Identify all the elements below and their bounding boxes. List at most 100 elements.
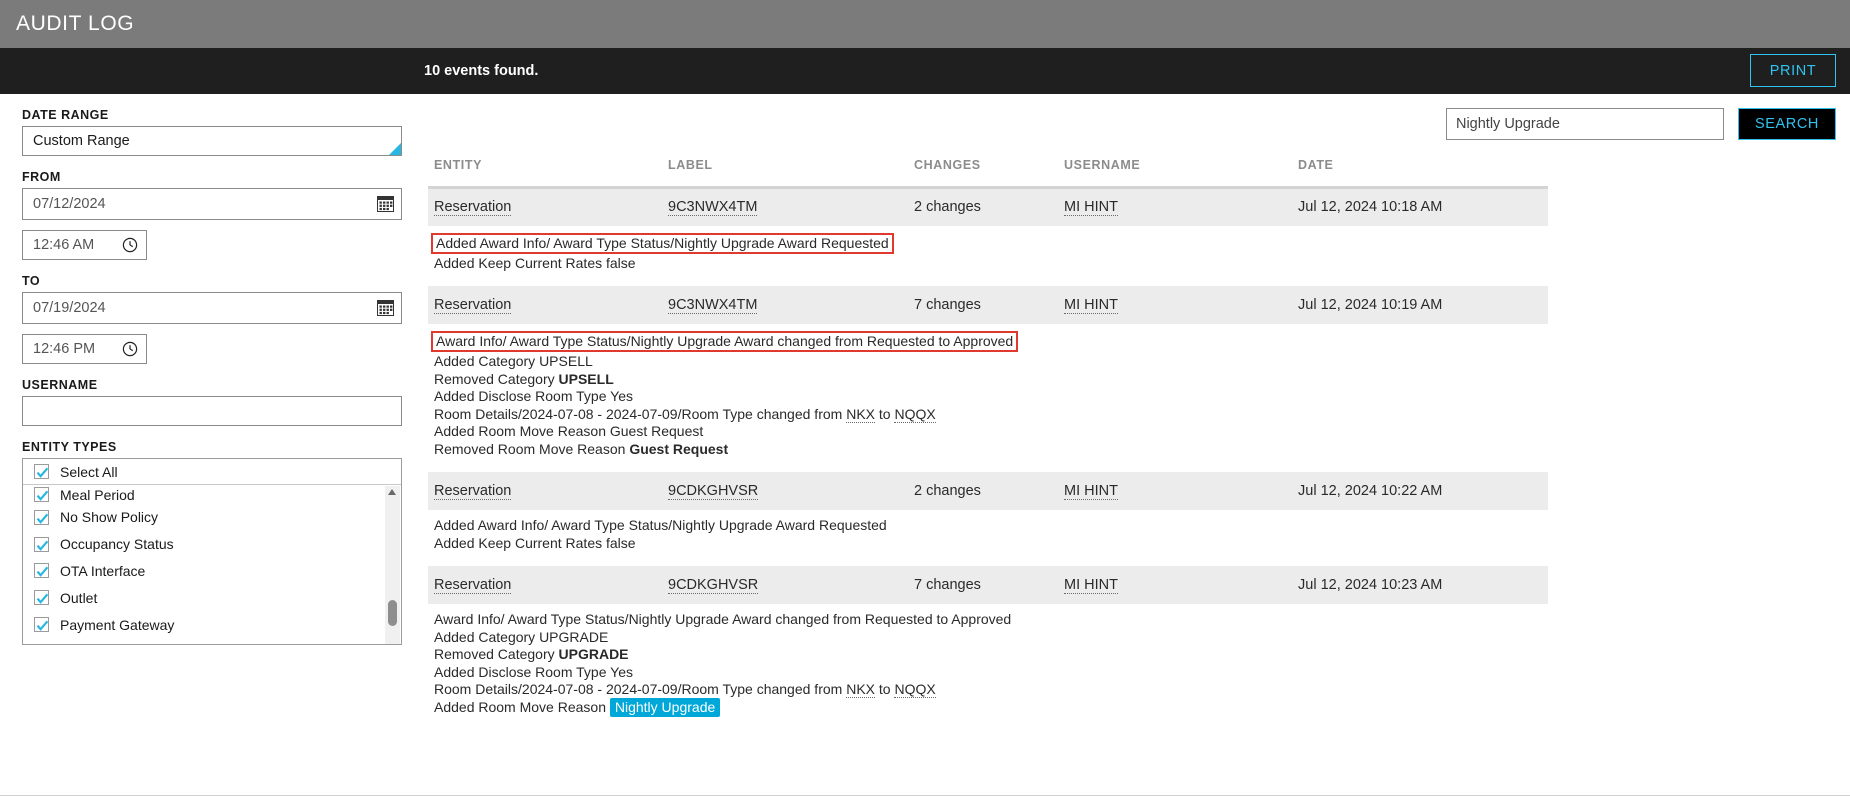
checkbox-checked-icon[interactable] (34, 617, 49, 633)
detail-line: Added Category UPGRADE (434, 628, 609, 645)
cell-changes: 7 changes (914, 286, 1064, 324)
label-link[interactable]: 9CDKGHVSR (668, 577, 759, 594)
from-time-wrap (22, 230, 147, 260)
room-type-link[interactable]: NQQX (894, 681, 936, 698)
detail-cell: Added Award Info/ Award Type Status/Nigh… (428, 510, 1548, 566)
table-row[interactable]: Reservation 9C3NWX4TM 7 changes MI HINT Jul … (428, 286, 1548, 324)
detail-line: Award Info/ Award Type Status/Nightly Up… (431, 331, 1548, 353)
entity-select-all-row[interactable]: Select All (23, 459, 401, 485)
entity-type-label: Payment Instrument (60, 643, 185, 644)
checkbox-checked-icon[interactable] (34, 509, 49, 525)
table-row[interactable]: Reservation 9C3NWX4TM 2 changes MI HINT Jul … (428, 187, 1548, 226)
to-time-wrap (22, 334, 147, 364)
table-detail-row: Award Info/ Award Type Status/Nightly Up… (428, 604, 1548, 730)
search-button[interactable]: SEARCH (1737, 108, 1836, 140)
checkbox-checked-icon[interactable] (34, 487, 49, 502)
print-button[interactable]: PRINT (1750, 54, 1836, 87)
header-username[interactable]: USERNAME (1064, 158, 1298, 189)
username-filter-input[interactable] (22, 396, 402, 426)
title-bar: AUDIT LOG (0, 0, 1850, 48)
entity-link[interactable]: Reservation (434, 297, 512, 314)
entity-link[interactable]: Reservation (434, 577, 512, 594)
checkbox-checked-icon[interactable] (34, 643, 49, 644)
detail-line: Removed Category UPGRADE (434, 646, 629, 662)
entity-type-item[interactable]: Outlet (23, 584, 401, 611)
room-type-link[interactable]: NQQX (894, 405, 936, 423)
detail-chip-highlight: Nightly Upgrade (609, 697, 721, 717)
body-area: DATE RANGE Custom Range FROM 07/12/2024 … (0, 94, 1850, 796)
entity-type-item[interactable]: Occupancy Status (23, 531, 401, 558)
audit-log-page: AUDIT LOG 10 events found. PRINT DATE RA… (0, 0, 1850, 796)
checkbox-checked-icon[interactable] (34, 590, 49, 606)
from-date-input[interactable] (22, 188, 402, 220)
entity-type-item[interactable]: Payment Instrument (23, 638, 401, 644)
entity-link[interactable]: Reservation (434, 199, 512, 217)
label-link[interactable]: 9C3NWX4TM (668, 297, 758, 314)
header-changes[interactable]: CHANGES (914, 158, 1064, 189)
detail-cell: Added Award Info/ Award Type Status/Nigh… (428, 225, 1548, 286)
header-entity[interactable]: ENTITY (428, 158, 668, 189)
cell-entity: Reservation (428, 286, 668, 324)
cell-changes: 2 changes (914, 187, 1064, 226)
label-link[interactable]: 9C3NWX4TM (668, 199, 758, 217)
header-label[interactable]: LABEL (668, 158, 914, 189)
table-row[interactable]: Reservation 9CDKGHVSR 7 changes MI HINT Jul … (428, 566, 1548, 604)
action-bar: 10 events found. PRINT (0, 48, 1850, 94)
username-link[interactable]: MI HINT (1064, 483, 1118, 500)
from-time-input[interactable] (22, 230, 147, 260)
to-date-input[interactable] (22, 292, 402, 324)
username-link[interactable]: MI HINT (1064, 297, 1118, 314)
room-type-link[interactable]: NKX (846, 405, 875, 423)
checkbox-checked-icon[interactable] (34, 464, 49, 479)
cell-username: MI HINT (1064, 286, 1298, 324)
cell-changes: 7 changes (914, 566, 1064, 604)
entity-type-item[interactable]: OTA Interface (23, 558, 401, 585)
from-label: FROM (22, 170, 61, 184)
checkbox-checked-icon[interactable] (34, 536, 49, 552)
detail-line: Added Award Info/ Award Type Status/Nigh… (431, 232, 1548, 255)
entity-type-label: OTA Interface (60, 562, 146, 579)
room-type-link[interactable]: NKX (846, 681, 875, 698)
table-row[interactable]: Reservation 9CDKGHVSR 2 changes MI HINT Jul … (428, 472, 1548, 510)
to-date-wrap (22, 292, 402, 324)
cell-date: Jul 12, 2024 10:18 AM (1298, 187, 1548, 226)
entity-link[interactable]: Reservation (434, 483, 512, 500)
date-range-label: DATE RANGE (22, 108, 109, 122)
entity-types-label: ENTITY TYPES (22, 440, 117, 454)
entity-list-scrollbar[interactable] (385, 486, 400, 644)
username-link[interactable]: MI HINT (1064, 199, 1118, 217)
label-link[interactable]: 9CDKGHVSR (668, 483, 759, 500)
table-detail-row: Added Award Info/ Award Type Status/Nigh… (428, 225, 1548, 286)
date-range-select[interactable]: Custom Range (22, 126, 402, 156)
detail-line: Added Award Info/ Award Type Status/Nigh… (434, 517, 887, 533)
to-label: TO (22, 274, 41, 288)
entity-types-list[interactable]: Meal Period No Show Policy Occupancy Statu… (22, 485, 402, 645)
cell-username: MI HINT (1064, 187, 1298, 226)
entity-type-item[interactable]: No Show Policy (23, 504, 401, 531)
entity-type-item[interactable]: Meal Period (23, 485, 401, 504)
entity-type-item[interactable]: Payment Gateway (23, 611, 401, 638)
cell-entity: Reservation (428, 566, 668, 604)
checkbox-checked-icon[interactable] (34, 563, 49, 579)
cell-changes: 2 changes (914, 472, 1064, 510)
entity-type-label: Outlet (60, 589, 98, 606)
to-time-input[interactable] (22, 334, 147, 364)
cell-label: 9C3NWX4TM (668, 187, 914, 226)
detail-cell: Award Info/ Award Type Status/Nightly Up… (428, 324, 1548, 472)
cell-entity: Reservation (428, 472, 668, 510)
username-link[interactable]: MI HINT (1064, 577, 1118, 594)
cell-username: MI HINT (1064, 472, 1298, 510)
annotation-highlight-box: Added Award Info/ Award Type Status/Nigh… (431, 232, 894, 254)
chevron-down-icon (389, 143, 401, 155)
cell-label: 9CDKGHVSR (668, 566, 914, 604)
chevron-up-icon[interactable] (388, 489, 396, 495)
detail-line: Award Info/ Award Type Status/Nightly Up… (434, 611, 1012, 627)
detail-emphasis: UPGRADE (558, 646, 629, 662)
entity-type-label: Meal Period (60, 486, 135, 503)
table-detail-row: Award Info/ Award Type Status/Nightly Up… (428, 324, 1548, 472)
audit-table: ENTITY LABEL CHANGES USERNAME DATE Reser… (428, 158, 1548, 730)
scrollbar-thumb[interactable] (388, 600, 397, 626)
header-date[interactable]: DATE (1298, 158, 1548, 189)
search-input[interactable] (1445, 108, 1724, 140)
entity-types-select-all-box: Select All (22, 458, 402, 485)
